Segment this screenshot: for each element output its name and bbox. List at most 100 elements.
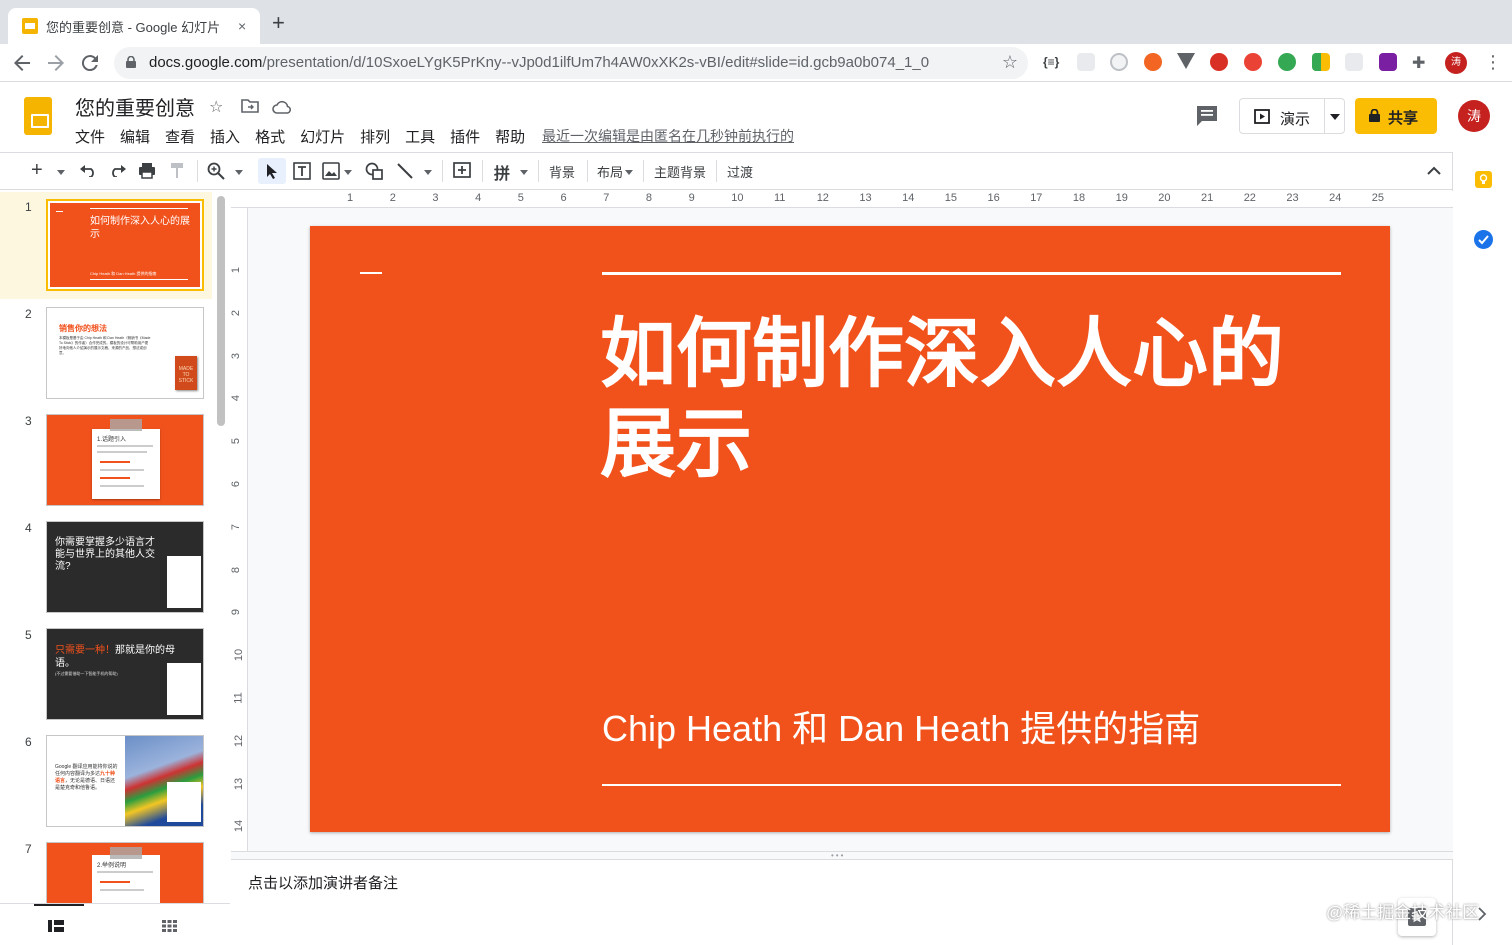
menu-help[interactable]: 帮助 [495, 126, 525, 147]
background-button[interactable]: 背景 [549, 162, 575, 181]
slide-thumbnail-1[interactable]: 如何制作深入人心的展示 Chip Heath 和 Dan Heath 提供的指南 [46, 199, 204, 291]
paperclip-image [110, 847, 142, 859]
new-slide-plus-icon[interactable]: + [31, 160, 43, 180]
ruler-tick-label: 2 [230, 309, 243, 316]
comment-add-icon[interactable] [452, 161, 472, 181]
ruler-tick-label: 18 [1072, 192, 1086, 204]
speaker-notes-input[interactable]: 点击以添加演讲者备注 [248, 872, 398, 893]
slide-thumbnail-4[interactable]: 你需要掌握多少语言才能与世界上的其他人交流? [46, 521, 204, 613]
filmstrip-scrollbar[interactable] [217, 196, 225, 426]
thumb-subtitle: Chip Heath 和 Dan Heath 提供的指南 [90, 271, 157, 276]
camera-extension-icon[interactable] [1110, 53, 1128, 71]
image-dropdown-icon[interactable] [344, 170, 352, 175]
thumb-title-accent: 只需要一种！ [55, 645, 115, 656]
orange-extension-icon[interactable] [1144, 53, 1162, 71]
insert-image-icon[interactable] [322, 162, 340, 180]
grid-view-icon[interactable] [162, 920, 177, 932]
theme-button[interactable]: 主题背景 [654, 162, 706, 181]
reload-icon[interactable] [78, 51, 102, 75]
close-tab-icon[interactable]: × [238, 18, 246, 34]
new-slide-dropdown-icon[interactable] [57, 170, 65, 175]
input-tools-button[interactable]: 拼 [494, 160, 510, 184]
extensions-puzzle-icon[interactable]: ✚ [1412, 53, 1425, 73]
comment-history-icon[interactable] [1194, 104, 1220, 128]
translate-extension-icon[interactable] [1077, 53, 1095, 71]
document-title[interactable]: 您的重要创意 [75, 92, 195, 121]
address-bar[interactable]: docs.google.com/presentation/d/10SxoeLYg… [114, 47, 1028, 79]
ruler-tick-label: 16 [987, 192, 1000, 204]
present-dropdown-icon[interactable] [1330, 114, 1340, 120]
select-tool-active[interactable] [258, 158, 286, 184]
slides-logo-icon[interactable] [24, 97, 52, 135]
layout-button[interactable]: 布局 [597, 162, 623, 181]
redo-icon[interactable] [109, 164, 127, 177]
ruler-tick-label: 10 [731, 192, 744, 204]
print-icon[interactable] [138, 162, 156, 179]
ruler-tick-label: 11 [232, 692, 245, 704]
menu-tools[interactable]: 工具 [405, 126, 435, 147]
menu-view[interactable]: 查看 [165, 126, 195, 147]
account-avatar[interactable]: 涛 [1458, 100, 1490, 132]
vue-extension-icon[interactable] [1177, 53, 1195, 69]
expand-side-panel-chevron-icon[interactable] [1478, 907, 1487, 921]
menu-slide[interactable]: 幻灯片 [300, 126, 345, 147]
layout-dropdown-icon[interactable] [625, 170, 633, 175]
vertical-ruler[interactable]: 1 2 3 4 5 6 7 8 9 10 11 12 13 14 [230, 208, 248, 851]
collapse-toolbar-chevron-up-icon[interactable] [1427, 166, 1441, 175]
undo-icon[interactable] [79, 164, 97, 177]
slide-top-rule [602, 272, 1341, 275]
note-card-image [167, 782, 201, 822]
slide-number: 6 [25, 735, 32, 749]
last-edit-link[interactable]: 最近一次编辑是由匿名在几秒钟前执行的 [542, 126, 794, 146]
menu-addons[interactable]: 插件 [450, 126, 480, 147]
back-icon[interactable] [10, 51, 34, 75]
bookmark-star-icon[interactable]: ☆ [1002, 52, 1018, 73]
star-icon[interactable]: ☆ [209, 97, 223, 117]
zoom-icon[interactable] [207, 162, 225, 180]
line-icon[interactable] [396, 162, 414, 180]
horizontal-ruler[interactable]: 1 2 3 4 5 6 7 8 9 10 11 12 13 14 15 16 17 18 19 20 21 22 23 24 2… [231, 191, 1453, 208]
forward-icon[interactable] [44, 51, 68, 75]
rp-extension-icon[interactable] [1379, 53, 1397, 71]
notes-resize-handle[interactable]: ••• [231, 851, 1453, 860]
slide-title-textbox[interactable]: 如何制作深入人心的展示 [600, 310, 1300, 490]
move-folder-icon[interactable] [241, 99, 259, 113]
filmstrip-view-icon[interactable] [48, 920, 64, 932]
chat-extension-icon[interactable] [1278, 53, 1296, 71]
slide-thumbnail-3[interactable]: 1.话题引入 [46, 414, 204, 506]
text-box-icon[interactable] [292, 161, 312, 181]
transition-button[interactable]: 过渡 [727, 162, 753, 181]
tasks-icon[interactable] [1474, 230, 1493, 249]
input-tools-dropdown-icon[interactable] [520, 170, 528, 175]
grey-extension-icon[interactable] [1345, 53, 1363, 71]
slide-thumbnail-6[interactable]: Google 翻译应用能将你说的任何内容翻译为多达九十种语言，无论是德语、日语还… [46, 735, 204, 827]
profile-avatar[interactable]: 涛 [1445, 52, 1467, 74]
stop-extension-icon[interactable] [1244, 53, 1262, 71]
menu-insert[interactable]: 插入 [210, 126, 240, 147]
present-button[interactable]: 演示 [1239, 98, 1345, 134]
slide-thumbnail-5[interactable]: 只需要一种！那就是你的母语。 (不过需要借助一下智能手机的帮助) [46, 628, 204, 720]
browser-menu-icon[interactable]: ⋮ [1484, 52, 1502, 73]
cloud-saved-icon[interactable] [272, 100, 292, 114]
thumb-title: 1.话题引入 [97, 437, 127, 443]
new-tab-button[interactable]: + [272, 12, 285, 34]
slide-accent-dash [360, 272, 382, 274]
slide-thumbnail-2[interactable]: 销售你的想法 本模板是基于由 Chip Heath 和 Dan Heath（畅销… [46, 307, 204, 399]
share-button[interactable]: 共享 [1355, 98, 1437, 134]
paint-format-icon[interactable] [170, 162, 184, 179]
shape-icon[interactable] [365, 162, 384, 180]
json-extension-icon[interactable]: {≡} [1043, 55, 1059, 69]
adblock-extension-icon[interactable] [1210, 53, 1228, 71]
menu-file[interactable]: 文件 [75, 126, 105, 147]
menu-edit[interactable]: 编辑 [120, 126, 150, 147]
slide-subtitle-textbox[interactable]: Chip Heath 和 Dan Heath 提供的指南 [602, 700, 1342, 752]
browser-tab[interactable]: 您的重要创意 - Google 幻灯片 × [8, 8, 260, 44]
keep-icon[interactable] [1475, 171, 1492, 188]
line-dropdown-icon[interactable] [424, 170, 432, 175]
slide-thumbnail-7[interactable]: 2.举例说明 [46, 842, 204, 904]
qr-extension-icon[interactable] [1312, 53, 1330, 71]
zoom-dropdown-icon[interactable] [235, 170, 243, 175]
ruler-tick-label: 25 [1371, 192, 1385, 204]
menu-format[interactable]: 格式 [255, 126, 285, 147]
menu-arrange[interactable]: 排列 [360, 126, 390, 147]
